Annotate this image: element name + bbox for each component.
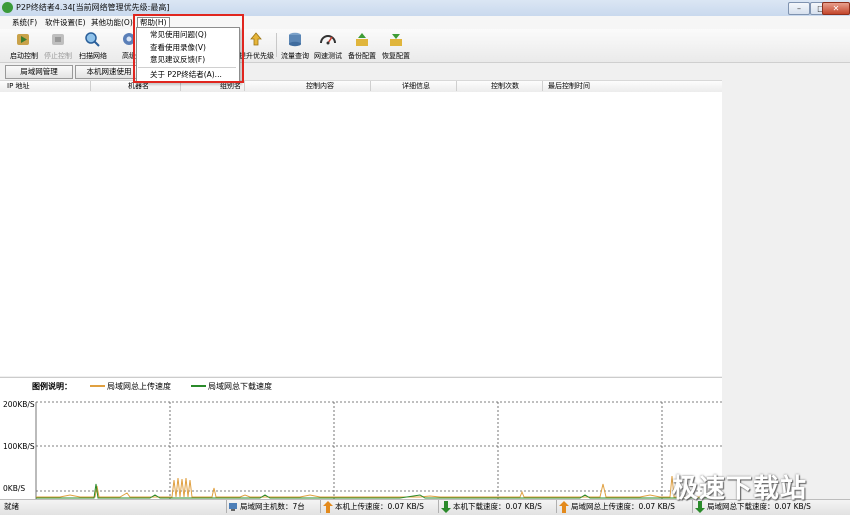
start-control-button[interactable]: 启动控制 xyxy=(7,31,41,61)
y-tick-100: 100KB/S xyxy=(3,442,35,451)
speedometer-icon xyxy=(320,35,336,45)
status-divider xyxy=(556,500,557,513)
scan-network-label: 扫描网络 xyxy=(79,52,107,60)
stop-control-button[interactable]: 停止控制 xyxy=(41,31,75,61)
column-divider[interactable] xyxy=(244,81,245,91)
speed-test-label: 网速测试 xyxy=(314,52,342,60)
traffic-query-label: 流量查询 xyxy=(281,52,309,60)
scan-network-button[interactable]: 扫描网络 xyxy=(76,31,110,61)
restore-config-label: 恢复配置 xyxy=(382,52,410,60)
column-divider[interactable] xyxy=(542,81,543,91)
hosts-icon xyxy=(229,503,237,511)
col-ip[interactable]: IP 地址 xyxy=(7,81,30,91)
local-download-speed: 本机下载速度：0.07 KB/S xyxy=(453,502,542,511)
status-divider xyxy=(226,500,227,513)
local-upload-speed: 本机上传速度：0.07 KB/S xyxy=(335,502,424,511)
col-control-content[interactable]: 控制内容 xyxy=(306,81,334,91)
close-button[interactable]: ✕ xyxy=(822,2,850,15)
play-icon xyxy=(17,34,29,45)
priority-icon xyxy=(250,32,262,46)
speed-graph-canvas xyxy=(35,401,722,499)
stop-control-label: 停止控制 xyxy=(44,52,72,60)
highlight-annotation-box xyxy=(133,14,244,83)
download-legend-swatch xyxy=(191,385,206,387)
window-title: P2P终结者4.34[当前网络管理优先级:最高] xyxy=(16,3,170,12)
traffic-query-button[interactable]: 流量查询 xyxy=(278,31,312,61)
download-legend-label: 局域网总下载速度 xyxy=(208,382,272,391)
start-control-label: 启动控制 xyxy=(10,52,38,60)
minimize-button[interactable]: – xyxy=(788,2,810,15)
menu-system[interactable]: 系统(F) xyxy=(10,17,39,28)
restore-icon xyxy=(390,34,402,46)
menu-settings[interactable]: 软件设置(E) xyxy=(43,17,88,28)
raise-priority-label: 提升优先级 xyxy=(239,52,274,60)
column-divider[interactable] xyxy=(90,81,91,91)
column-divider[interactable] xyxy=(370,81,371,91)
raise-priority-button[interactable]: 提升优先级 xyxy=(239,31,274,61)
backup-config-button[interactable]: 备份配置 xyxy=(345,31,379,61)
menu-other[interactable]: 其他功能(O) xyxy=(89,17,135,28)
lan-upload-speed: 局域网总上传速度：0.07 KB/S xyxy=(571,502,675,511)
upload-legend-swatch xyxy=(90,385,105,387)
watermark: 极速下载站 xyxy=(672,474,808,504)
col-last-control-time[interactable]: 最后控制时间 xyxy=(548,81,590,91)
right-empty-pane xyxy=(723,80,850,376)
upload-legend-label: 局域网总上传速度 xyxy=(107,382,171,391)
host-table-body[interactable] xyxy=(0,92,722,376)
scan-icon xyxy=(85,32,100,47)
database-icon xyxy=(289,32,301,47)
app-icon xyxy=(2,2,13,13)
speed-graph xyxy=(0,394,722,499)
lan-hosts-count: 局域网主机数：7台 xyxy=(240,502,305,511)
column-divider[interactable] xyxy=(456,81,457,91)
backup-icon xyxy=(356,33,368,46)
status-divider xyxy=(438,500,439,513)
backup-config-label: 备份配置 xyxy=(348,52,376,60)
restore-config-button[interactable]: 恢复配置 xyxy=(379,31,413,61)
speed-test-button[interactable]: 网速测试 xyxy=(311,31,345,61)
download-arrow-icon xyxy=(441,501,451,513)
toolbar-separator xyxy=(276,33,277,57)
upload-arrow-icon xyxy=(559,501,569,513)
tab-lan-management[interactable]: 局域网管理 xyxy=(5,65,73,79)
col-details[interactable]: 详细信息 xyxy=(402,81,430,91)
y-tick-200: 200KB/S xyxy=(3,400,35,409)
status-text: 就绪 xyxy=(4,502,19,511)
upload-arrow-icon xyxy=(323,501,333,513)
stop-icon xyxy=(52,34,64,45)
status-divider xyxy=(320,500,321,513)
col-control-count[interactable]: 控制次数 xyxy=(491,81,519,91)
y-tick-0: 0KB/S xyxy=(3,484,26,493)
legend-title: 图例说明： xyxy=(32,382,72,391)
